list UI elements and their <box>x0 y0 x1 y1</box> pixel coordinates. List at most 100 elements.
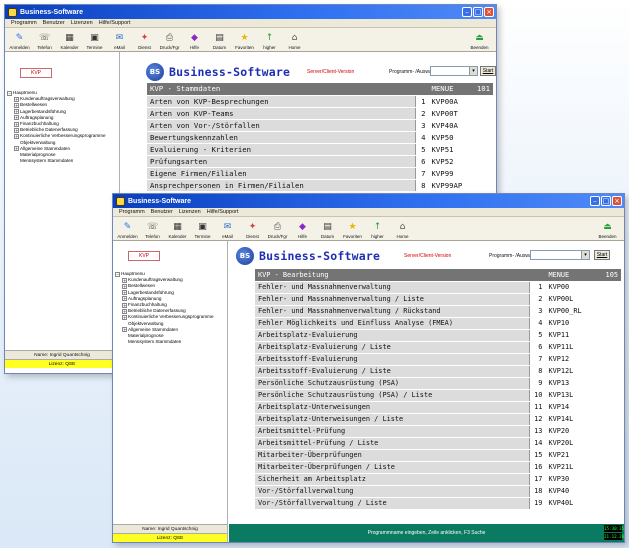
toolbar-kalender-button[interactable]: ▦ Kalender <box>57 33 82 50</box>
kvp-module-button[interactable]: KVP <box>20 68 52 78</box>
chevron-down-icon[interactable]: ▾ <box>469 67 477 75</box>
toolbar-higher-button[interactable]: ↑ higher <box>365 222 390 239</box>
table-row[interactable]: Ansprechpersonen in Firmen/Filialen 8 KVP9… <box>147 179 493 192</box>
maximize-button[interactable]: □ <box>473 7 483 17</box>
chevron-down-icon[interactable]: ▾ <box>581 251 589 259</box>
higher-icon: ↑ <box>373 222 382 232</box>
menu-hilfe-support[interactable]: Hilfe/Support <box>96 19 134 27</box>
toolbar-higher-button[interactable]: ↑ higher <box>257 33 282 50</box>
table-row[interactable]: Arbeitsmittel-Prüfung 13 KVP20 <box>255 425 621 438</box>
close-button[interactable]: × <box>484 7 494 17</box>
expand-icon[interactable]: + <box>122 315 127 321</box>
toolbar-druck-button[interactable]: ⎙ Druck/Fgr <box>157 33 182 50</box>
table-row[interactable]: Fehler- und Massnahmenverwaltung / Liste… <box>255 293 621 306</box>
menu-hilfe-support[interactable]: Hilfe/Support <box>204 208 242 216</box>
row-code: KVP21 <box>545 449 621 462</box>
table-row[interactable]: Eigene Firmen/Filialen 7 KVP99 <box>147 167 493 180</box>
table-row[interactable]: Prüfungsarten 6 KVP52 <box>147 155 493 168</box>
menu-benutzer[interactable]: Benutzer <box>148 208 176 216</box>
menu-benutzer[interactable]: Benutzer <box>40 19 68 27</box>
expand-icon[interactable]: + <box>14 96 19 102</box>
toolbar-beenden-button[interactable]: ⏏ Beenden <box>595 222 620 239</box>
start-button[interactable]: Start <box>594 250 610 260</box>
row-title: Arbeitsplatz-Unterweisungen <box>255 401 530 414</box>
toolbar-favoriten-button[interactable]: ★ Favoriten <box>232 33 257 50</box>
table-row[interactable]: Arten von Vor-/Störfallen 3 KVP40A <box>147 119 493 132</box>
table-row[interactable]: Arbeitsstoff-Evaluierung 7 KVP12 <box>255 353 621 366</box>
toolbar-telefon-button[interactable]: ☏ Telefon <box>32 33 57 50</box>
expand-icon[interactable]: + <box>14 115 19 121</box>
table-row[interactable]: Persönliche Schutzausrüstung (PSA) 9 KVP13 <box>255 377 621 390</box>
expand-icon[interactable]: + <box>122 284 127 289</box>
minimize-button[interactable]: – <box>590 196 600 206</box>
toolbar-telefon-button[interactable]: ☏ Telefon <box>140 222 165 239</box>
toolbar-druck-button[interactable]: ⎙ Druck/Fgr <box>265 222 290 239</box>
tree-item[interactable]: Menüsystem Stammdaten <box>115 339 214 345</box>
expand-icon[interactable]: + <box>122 296 127 302</box>
table-row[interactable]: Arbeitsmittel-Prüfung / Liste 14 KVP20L <box>255 437 621 450</box>
toolbar-favoriten-button[interactable]: ★ Favoriten <box>340 222 365 239</box>
table-row[interactable]: Sicherheit am Arbeitsplatz 17 KVP30 <box>255 473 621 486</box>
expand-icon[interactable]: + <box>122 308 127 314</box>
table-row[interactable]: Mitarbeiter-Überprüfungen / Liste 16 KVP21… <box>255 461 621 474</box>
table-row[interactable]: Vor-/Störfallverwaltung / Liste 19 KVP40L <box>255 497 621 510</box>
program-select[interactable]: ▾ <box>530 250 590 260</box>
collapse-icon[interactable]: − <box>7 90 12 96</box>
table-row[interactable]: Arbeitsplatz-Unterweisungen 11 KVP14 <box>255 401 621 414</box>
toolbar-dienst-button[interactable]: ✦ Dienst <box>240 222 265 239</box>
table-row[interactable]: Fehler- und Massnahmenverwaltung / Rücks… <box>255 305 621 318</box>
toolbar-termine-button[interactable]: ▣ Termine <box>82 33 107 50</box>
toolbar-home-button[interactable]: ⌂ Home <box>390 222 415 239</box>
table-row[interactable]: Arbeitsplatz-Unterweisungen / Liste 12 KVP… <box>255 413 621 426</box>
expand-icon[interactable]: + <box>14 146 19 152</box>
toolbar-kalender-button[interactable]: ▦ Kalender <box>165 222 190 239</box>
menu-lizenzen[interactable]: Lizenzen <box>176 208 204 216</box>
table-row[interactable]: Arten von KVP-Teams 2 KVP00T <box>147 107 493 120</box>
table-row[interactable]: Persönliche Schutzausrüstung (PSA) / Lis… <box>255 389 621 402</box>
toolbar-anmelden-button[interactable]: ✎ Anmelden <box>7 33 32 50</box>
toolbar-email-button[interactable]: ✉ eMail <box>215 222 240 239</box>
toolbar-hilfe-button[interactable]: ◆ Hilfe <box>182 33 207 50</box>
tree-item[interactable]: Menüsystem Stammdaten <box>7 158 106 164</box>
table-row[interactable]: Fehler- und Massnahmenverwaltung 1 KVP00 <box>255 281 621 294</box>
toolbar-hilfe-button[interactable]: ◆ Hilfe <box>290 222 315 239</box>
program-select[interactable]: ▾ <box>430 66 478 76</box>
menu-programm[interactable]: Programm <box>8 19 40 27</box>
expand-icon[interactable]: + <box>14 109 19 115</box>
row-title: Bewertungskennzahlen <box>147 131 416 144</box>
collapse-icon[interactable]: − <box>115 271 120 277</box>
start-button[interactable]: Start <box>480 66 496 76</box>
toolbar-home-button[interactable]: ⌂ Home <box>282 33 307 50</box>
expand-icon[interactable]: + <box>14 121 19 127</box>
table-row[interactable]: Bewertungskennzahlen 4 KVP50 <box>147 131 493 144</box>
toolbar-anmelden-button[interactable]: ✎ Anmelden <box>115 222 140 239</box>
table-row[interactable]: Arbeitsstoff-Evaluierung / Liste 8 KVP12L <box>255 365 621 378</box>
table-row[interactable]: Arbeitsplatz-Evaluierung 5 KVP11 <box>255 329 621 342</box>
expand-icon[interactable]: + <box>14 127 19 133</box>
table-row[interactable]: Vor-/Störfallverwaltung 18 KVP40 <box>255 485 621 498</box>
expand-icon[interactable]: + <box>122 302 127 308</box>
expand-icon[interactable]: + <box>122 290 127 296</box>
toolbar-email-button[interactable]: ✉ eMail <box>107 33 132 50</box>
menu-programm[interactable]: Programm <box>116 208 148 216</box>
toolbar-dienst-button[interactable]: ✦ Dienst <box>132 33 157 50</box>
toolbar-termine-button[interactable]: ▣ Termine <box>190 222 215 239</box>
maximize-button[interactable]: □ <box>601 196 611 206</box>
table-row[interactable]: Fehler Möglichkeits und Einfluss Analyse… <box>255 317 621 330</box>
kvp-module-button[interactable]: KVP <box>128 251 160 261</box>
minimize-button[interactable]: – <box>462 7 472 17</box>
expand-icon[interactable]: + <box>122 327 127 333</box>
table-row[interactable]: Evaluierung - Kriterien 5 KVP51 <box>147 143 493 156</box>
toolbar-datum-button[interactable]: ▤ Datum <box>207 33 232 50</box>
menu-lizenzen[interactable]: Lizenzen <box>68 19 96 27</box>
table-row[interactable]: Arten von KVP-Besprechungen 1 KVP00A <box>147 95 493 108</box>
expand-icon[interactable]: + <box>14 103 19 108</box>
close-button[interactable]: × <box>612 196 622 206</box>
toolbar-datum-button[interactable]: ▤ Datum <box>315 222 340 239</box>
table-row[interactable]: Arbeitsplatz-Evaluierung / Liste 6 KVP11L <box>255 341 621 354</box>
favorites-icon: ★ <box>240 33 249 43</box>
table-row[interactable]: Mitarbeiter-Überprüfungen 15 KVP21 <box>255 449 621 462</box>
toolbar-beenden-button[interactable]: ⏏ Beenden <box>467 33 492 50</box>
expand-icon[interactable]: + <box>14 134 19 140</box>
expand-icon[interactable]: + <box>122 277 127 283</box>
